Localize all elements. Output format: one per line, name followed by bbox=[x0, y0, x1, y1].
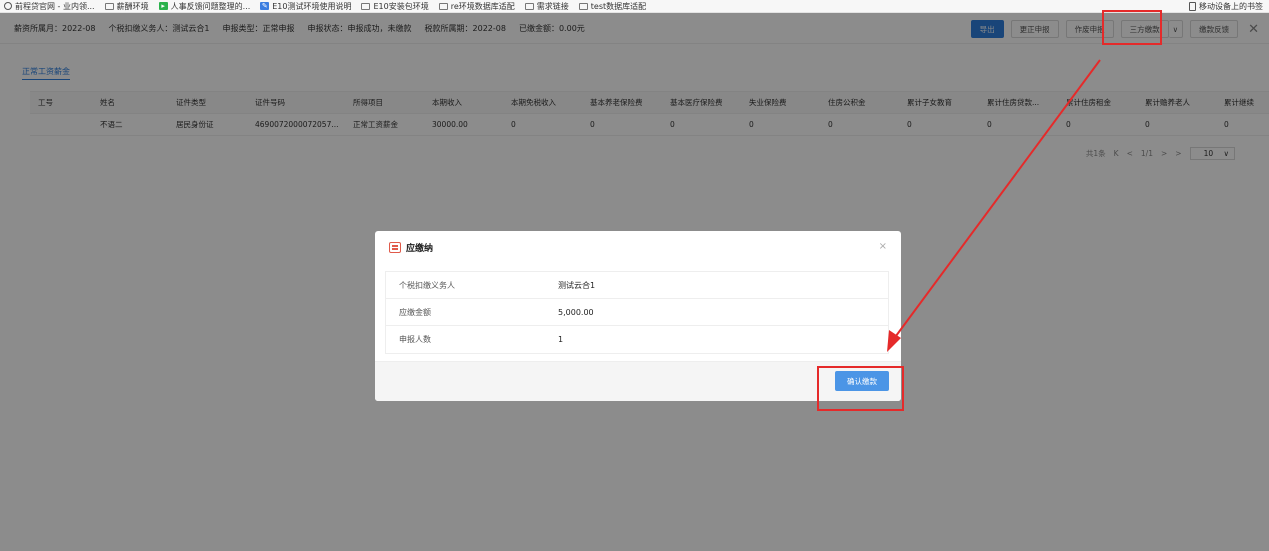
detail-value: 1 bbox=[558, 335, 564, 344]
bookmark-item[interactable]: re环境数据库适配 bbox=[438, 1, 515, 12]
detail-label: 个税扣缴义务人 bbox=[399, 280, 455, 290]
bookmark-item[interactable]: 需求链接 bbox=[524, 1, 569, 12]
detail-label: 申报人数 bbox=[399, 335, 431, 344]
detail-row: 应缴金额 5,000.00 bbox=[386, 299, 888, 326]
detail-row: 个税扣缴义务人 测试云合1 bbox=[386, 272, 888, 299]
folder-icon bbox=[524, 2, 534, 10]
bookmark-item[interactable]: 前程贷官网 - 业内领... bbox=[4, 1, 95, 12]
highlight-third-party-pay bbox=[1102, 10, 1162, 45]
folder-icon bbox=[361, 2, 371, 10]
bookmarks-bar: 前程贷官网 - 业内领... 薪酬环境 ▸ 人事反馈问题整理的... ✎ E10测试… bbox=[0, 0, 1269, 13]
folder-icon bbox=[438, 2, 448, 10]
edit-icon: ✎ bbox=[260, 2, 270, 10]
bookmark-item[interactable]: E10安装包环境 bbox=[361, 1, 429, 12]
detail-label: 应缴金额 bbox=[399, 307, 431, 317]
bookmark-item[interactable]: ▸ 人事反馈问题整理的... bbox=[158, 1, 250, 12]
detail-row: 申报人数 1 bbox=[386, 326, 888, 353]
detail-value: 5,000.00 bbox=[558, 307, 594, 317]
folder-icon bbox=[104, 2, 114, 10]
detail-value: 测试云合1 bbox=[558, 280, 596, 290]
bookmark-item[interactable]: ✎ E10测试环境使用说明 bbox=[260, 1, 351, 12]
bookmark-item[interactable]: test数据库适配 bbox=[578, 1, 646, 12]
folder-icon bbox=[578, 2, 588, 10]
modal-header: 应缴纳 × bbox=[375, 231, 901, 263]
globe-icon bbox=[4, 2, 12, 10]
bookmark-item[interactable]: 薪酬环境 bbox=[104, 1, 149, 12]
mobile-device-icon bbox=[1189, 2, 1196, 11]
mobile-bookmarks[interactable]: 移动设备上的书签 bbox=[1189, 1, 1263, 12]
highlight-confirm-payment bbox=[817, 366, 904, 411]
play-icon: ▸ bbox=[158, 2, 168, 10]
modal-title: 应缴纳 bbox=[406, 243, 434, 254]
modal-detail-list: 个税扣缴义务人 测试云合1 应缴金额 5,000.00 申报人数 1 bbox=[385, 271, 889, 354]
payment-card-icon bbox=[389, 241, 401, 253]
close-icon[interactable]: × bbox=[879, 241, 887, 252]
